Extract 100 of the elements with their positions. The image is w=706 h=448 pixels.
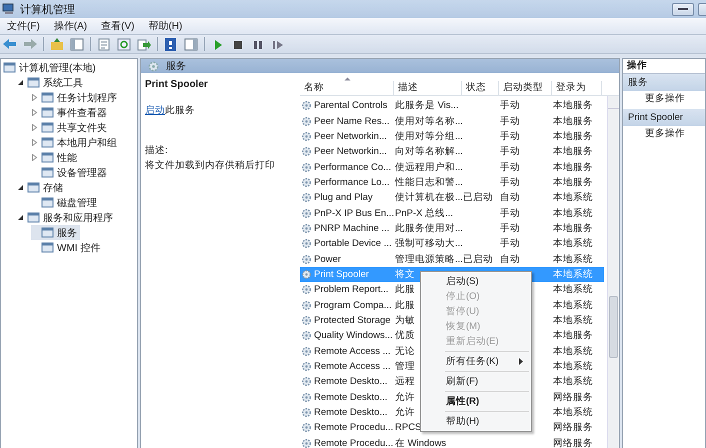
tree-item[interactable]: 服务和应用程序 [17, 210, 116, 225]
gear-icon [301, 130, 312, 142]
table-cell: 将文 [395, 268, 415, 280]
section-header[interactable]: 服务 [623, 74, 705, 91]
forward-button[interactable] [21, 36, 39, 52]
column-header[interactable]: 启动类型 [499, 81, 552, 95]
tree-item[interactable]: 共享文件夹 [31, 120, 110, 135]
window-icon [3, 61, 16, 74]
table-cell: 已启动 [463, 254, 493, 265]
table-cell: 本地系统 [553, 192, 593, 204]
help-icon [163, 36, 179, 52]
table-cell: 本地服务 [553, 100, 593, 112]
table-cell: 本地服务 [553, 222, 593, 234]
window-icon [41, 226, 54, 239]
tree-item[interactable]: 性能 [31, 150, 80, 165]
window-icon [41, 136, 54, 149]
table-cell: 本地系统 [553, 284, 593, 296]
column-header[interactable]: 描述 [394, 81, 462, 95]
menu-item[interactable]: 启动(S) [421, 274, 531, 289]
table-cell: 网络服务 [553, 422, 593, 434]
menu-item[interactable]: 查看(V) [99, 19, 136, 33]
menu-item[interactable]: 帮助(H) [421, 414, 531, 429]
window-icon [41, 196, 54, 209]
window-icon [27, 211, 40, 224]
table-cell: PnP-X IP Bus En... [314, 208, 394, 219]
table-cell: Portable Device ... [314, 238, 392, 250]
table-cell: 本地系统 [553, 254, 593, 265]
tree-item[interactable]: 服务 [31, 225, 80, 240]
maximize-button[interactable] [698, 2, 706, 16]
menu-item[interactable]: 属性(R) [421, 394, 531, 409]
action-link[interactable]: 更多操作 [623, 91, 705, 107]
column-header[interactable]: 状态 [462, 81, 499, 95]
menu-item[interactable]: 操作(A) [52, 19, 90, 33]
minimize-button[interactable] [672, 2, 694, 16]
window-icon [41, 106, 54, 119]
table-cell: 本地服务 [553, 130, 593, 142]
action-link[interactable]: 更多操作 [623, 126, 705, 142]
table-cell: Parental Controls [314, 100, 388, 112]
scrollbar[interactable] [607, 96, 619, 448]
gear-icon [301, 192, 312, 204]
menu-item[interactable]: 所有任务(K) [421, 354, 531, 369]
table-cell: Power [314, 254, 341, 265]
menu-item[interactable]: 刷新(F) [421, 374, 531, 389]
table-cell: 自动 [500, 254, 520, 265]
gear-icon [301, 376, 312, 388]
document-icon [96, 36, 112, 52]
tree-item[interactable]: 系统工具 [17, 75, 86, 90]
column-header[interactable]: 名称 [300, 81, 394, 95]
table-cell: PNRP Machine ... [314, 222, 390, 234]
table-cell: Problem Report... [314, 284, 388, 296]
tree-item[interactable]: 磁盘管理 [31, 195, 100, 210]
table-cell: 使计算机在极... [395, 192, 463, 204]
table-cell: 本地系统 [553, 208, 593, 219]
table-cell: 管理电源策略... [395, 254, 463, 265]
menu-item[interactable]: 帮助(H) [146, 19, 184, 33]
tree-toggle-button[interactable] [68, 36, 86, 52]
table-cell: 此服 [395, 284, 415, 296]
gear-icon [301, 361, 312, 372]
tree-item[interactable]: WMI 控件 [31, 240, 104, 255]
column-header[interactable]: 登录为 [552, 81, 602, 95]
tree-item[interactable]: 计算机管理(本地) [3, 60, 99, 75]
table-cell: Print Spooler [314, 268, 369, 280]
tree-item[interactable]: 任务计划程序 [31, 90, 120, 105]
table-cell: Remote Access ... [314, 346, 391, 357]
service-title: Print Spooler [145, 79, 209, 90]
table-cell: 本地系统 [553, 361, 593, 372]
gear-icon [301, 268, 312, 280]
section-header[interactable]: Print Spooler [623, 109, 705, 126]
window-icon [69, 36, 85, 52]
gear-icon [301, 300, 312, 311]
table-cell: Remote Deskto... [314, 407, 388, 418]
tree-item[interactable]: 设备管理器 [31, 165, 110, 180]
table-cell: 自动 [500, 192, 520, 204]
table-cell: Remote Procedu... [314, 438, 394, 448]
arrow-right-icon [22, 36, 38, 52]
window-title: 计算机管理 [20, 2, 75, 16]
table-cell: 优质 [395, 330, 415, 342]
menu-item[interactable]: 文件(F) [5, 19, 42, 33]
window-icon [27, 181, 40, 194]
gear-icon [301, 314, 312, 326]
table-cell: Remote Access ... [314, 361, 391, 372]
start-link[interactable]: 启动 [145, 105, 165, 116]
window-icon [41, 121, 54, 134]
tree-item[interactable]: 本地用户和组 [31, 135, 120, 150]
window-icon [41, 166, 54, 179]
window-icon [41, 91, 54, 104]
table-cell: 本地系统 [553, 268, 593, 280]
table-cell: 手动 [500, 208, 520, 219]
refresh-icon [116, 36, 132, 52]
up-button[interactable] [48, 36, 66, 52]
back-button[interactable] [1, 36, 19, 52]
refresh-button[interactable] [115, 36, 133, 52]
table-cell: 手动 [500, 100, 520, 112]
table-cell: Remote Procedu... [314, 422, 394, 434]
minimize-icon [678, 7, 688, 11]
tree-item[interactable]: 存储 [17, 180, 66, 195]
tree-item[interactable]: 事件查看器 [31, 105, 110, 120]
table-cell: 本地服务 [553, 330, 593, 342]
action-pane-button[interactable] [182, 36, 200, 52]
table-cell: 手动 [500, 130, 520, 142]
